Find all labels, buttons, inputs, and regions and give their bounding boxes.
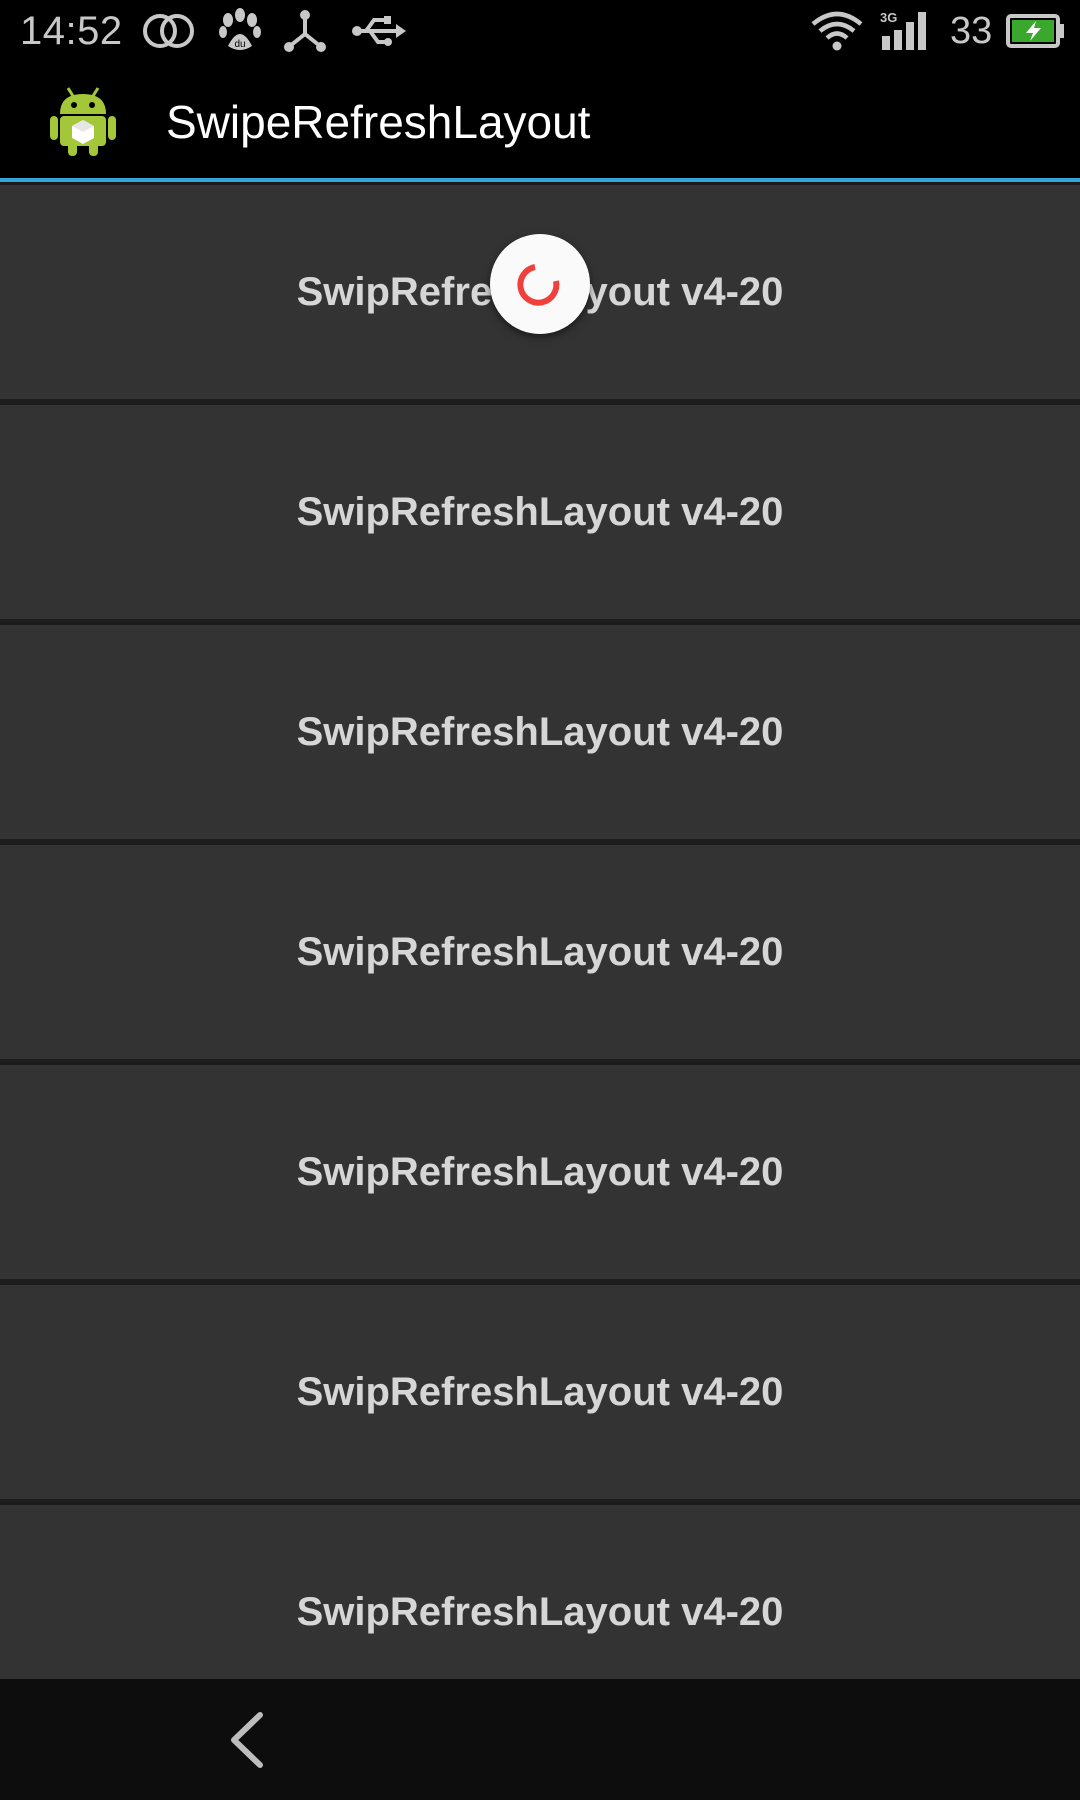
list-item[interactable]: SwipRefreshLayout v4-20	[0, 1065, 1080, 1282]
list-item[interactable]: SwipRefreshLayout v4-20	[0, 625, 1080, 842]
baidu-paw-icon: du	[218, 8, 262, 54]
signal-3g-icon: 3G	[878, 8, 934, 54]
battery-charging-icon	[1006, 8, 1066, 54]
page-title: SwipeRefreshLayout	[166, 96, 591, 148]
list-item-label: SwipRefreshLayout v4-20	[296, 489, 784, 534]
back-button[interactable]	[220, 1709, 280, 1771]
refresh-spinner-icon	[517, 264, 560, 306]
refresh-progress-indicator	[490, 234, 590, 334]
svg-text:du: du	[234, 39, 245, 50]
navigation-bar	[0, 1679, 1080, 1800]
list-item[interactable]: SwipRefreshLayout v4-20	[0, 1505, 1080, 1679]
item-list[interactable]: SwipRefreshLayout v4-20 SwipRefreshLayou…	[0, 182, 1080, 1679]
dual-rings-icon	[142, 8, 196, 54]
list-item-label: SwipRefreshLayout v4-20	[296, 1149, 784, 1194]
list-item-label: SwipRefreshLayout v4-20	[296, 1589, 784, 1634]
action-bar: SwipeRefreshLayout	[0, 62, 1080, 178]
list-item-label: SwipRefreshLayout v4-20	[296, 709, 784, 754]
share-network-icon	[282, 8, 328, 54]
status-bar: 14:52 du 3G 33	[0, 0, 1080, 62]
wifi-icon	[810, 8, 864, 54]
chevron-left-icon	[231, 1712, 263, 1768]
usb-icon	[350, 8, 406, 54]
status-time: 14:52	[20, 9, 123, 53]
list-item-label: SwipRefreshLayout v4-20	[296, 929, 784, 974]
list-item[interactable]: SwipRefreshLayout v4-20	[0, 405, 1080, 622]
list-item[interactable]: SwipRefreshLayout v4-20	[0, 1285, 1080, 1502]
battery-level-text: 33	[950, 10, 993, 52]
list-item-label: SwipRefreshLayout v4-20	[296, 1369, 784, 1414]
svg-text:3G: 3G	[880, 10, 897, 25]
android-robot-icon[interactable]	[48, 82, 118, 158]
list-item[interactable]: SwipRefreshLayout v4-20	[0, 845, 1080, 1062]
